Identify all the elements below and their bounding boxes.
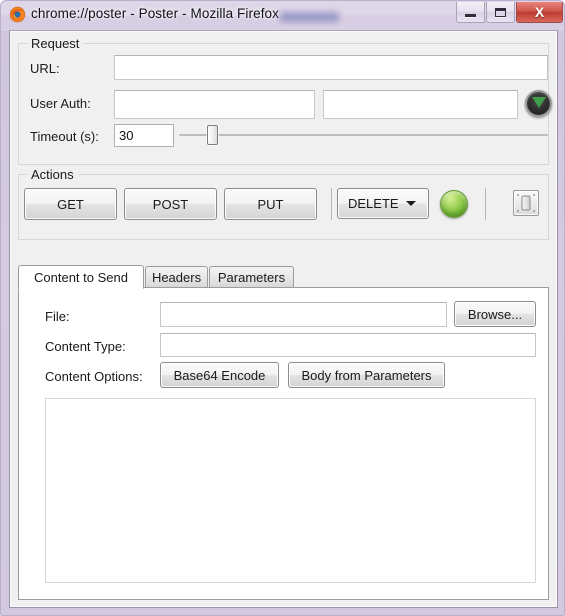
content-to-send-panel: File: Browse... Content Type: Content Op… <box>18 287 549 600</box>
window-title: chrome://poster - Poster - Mozilla Firef… <box>31 6 280 21</box>
window-controls: X <box>456 2 563 23</box>
auth-username-input[interactable] <box>114 90 315 119</box>
request-group-title: Request <box>27 36 84 51</box>
application-window: chrome://poster - Poster - Mozilla Firef… <box>0 0 565 616</box>
firefox-icon <box>9 6 26 23</box>
tab-parameters[interactable]: Parameters <box>209 266 294 288</box>
send-request-button[interactable] <box>440 190 468 218</box>
file-input[interactable] <box>160 302 447 327</box>
tab-headers[interactable]: Headers <box>145 266 208 288</box>
file-label: File: <box>45 309 70 324</box>
actions-separator-2 <box>485 188 486 220</box>
url-input[interactable] <box>114 55 548 80</box>
maximize-button[interactable] <box>486 2 515 23</box>
method-select-value: DELETE <box>348 196 399 211</box>
auth-indicator-button[interactable] <box>525 90 552 117</box>
switch-screw-bl <box>517 210 519 212</box>
switch-screw-tr <box>533 194 535 196</box>
redacted-title-suffix <box>280 12 339 22</box>
content-options-label: Content Options: <box>45 369 143 384</box>
light-switch-icon <box>521 195 531 211</box>
content-type-label: Content Type: <box>45 339 126 354</box>
client-area: Request URL: User Auth: Timeout (s): Act… <box>9 30 558 608</box>
base64-encode-button[interactable]: Base64 Encode <box>160 362 279 388</box>
request-body-textarea[interactable] <box>45 398 536 583</box>
method-select[interactable]: DELETE <box>337 188 429 219</box>
post-button[interactable]: POST <box>124 188 217 220</box>
switch-screw-br <box>533 210 535 212</box>
maximize-icon <box>495 7 506 17</box>
content-type-input[interactable] <box>160 333 536 357</box>
minimize-button[interactable] <box>456 2 485 23</box>
tab-content-to-send[interactable]: Content to Send <box>18 265 144 289</box>
actions-separator-1 <box>331 188 332 220</box>
browse-button[interactable]: Browse... <box>454 301 536 327</box>
get-button[interactable]: GET <box>24 188 117 220</box>
chevron-down-icon <box>406 201 416 206</box>
toggle-panel-button[interactable] <box>513 190 539 216</box>
minimize-icon <box>465 13 476 17</box>
close-button[interactable]: X <box>516 2 563 23</box>
timeout-input[interactable] <box>114 124 174 147</box>
timeout-slider-thumb[interactable] <box>207 125 218 145</box>
auth-password-input[interactable] <box>323 90 518 119</box>
close-icon: X <box>534 4 545 20</box>
user-auth-label: User Auth: <box>30 96 91 111</box>
auth-indicator-icon <box>531 97 546 108</box>
switch-screw-tl <box>517 194 519 196</box>
timeout-label: Timeout (s): <box>30 129 99 144</box>
timeout-slider-track[interactable] <box>179 134 548 136</box>
titlebar[interactable]: chrome://poster - Poster - Mozilla Firef… <box>1 1 564 30</box>
url-label: URL: <box>30 61 60 76</box>
put-button[interactable]: PUT <box>224 188 317 220</box>
actions-group-title: Actions <box>27 167 78 182</box>
body-from-parameters-button[interactable]: Body from Parameters <box>288 362 445 388</box>
